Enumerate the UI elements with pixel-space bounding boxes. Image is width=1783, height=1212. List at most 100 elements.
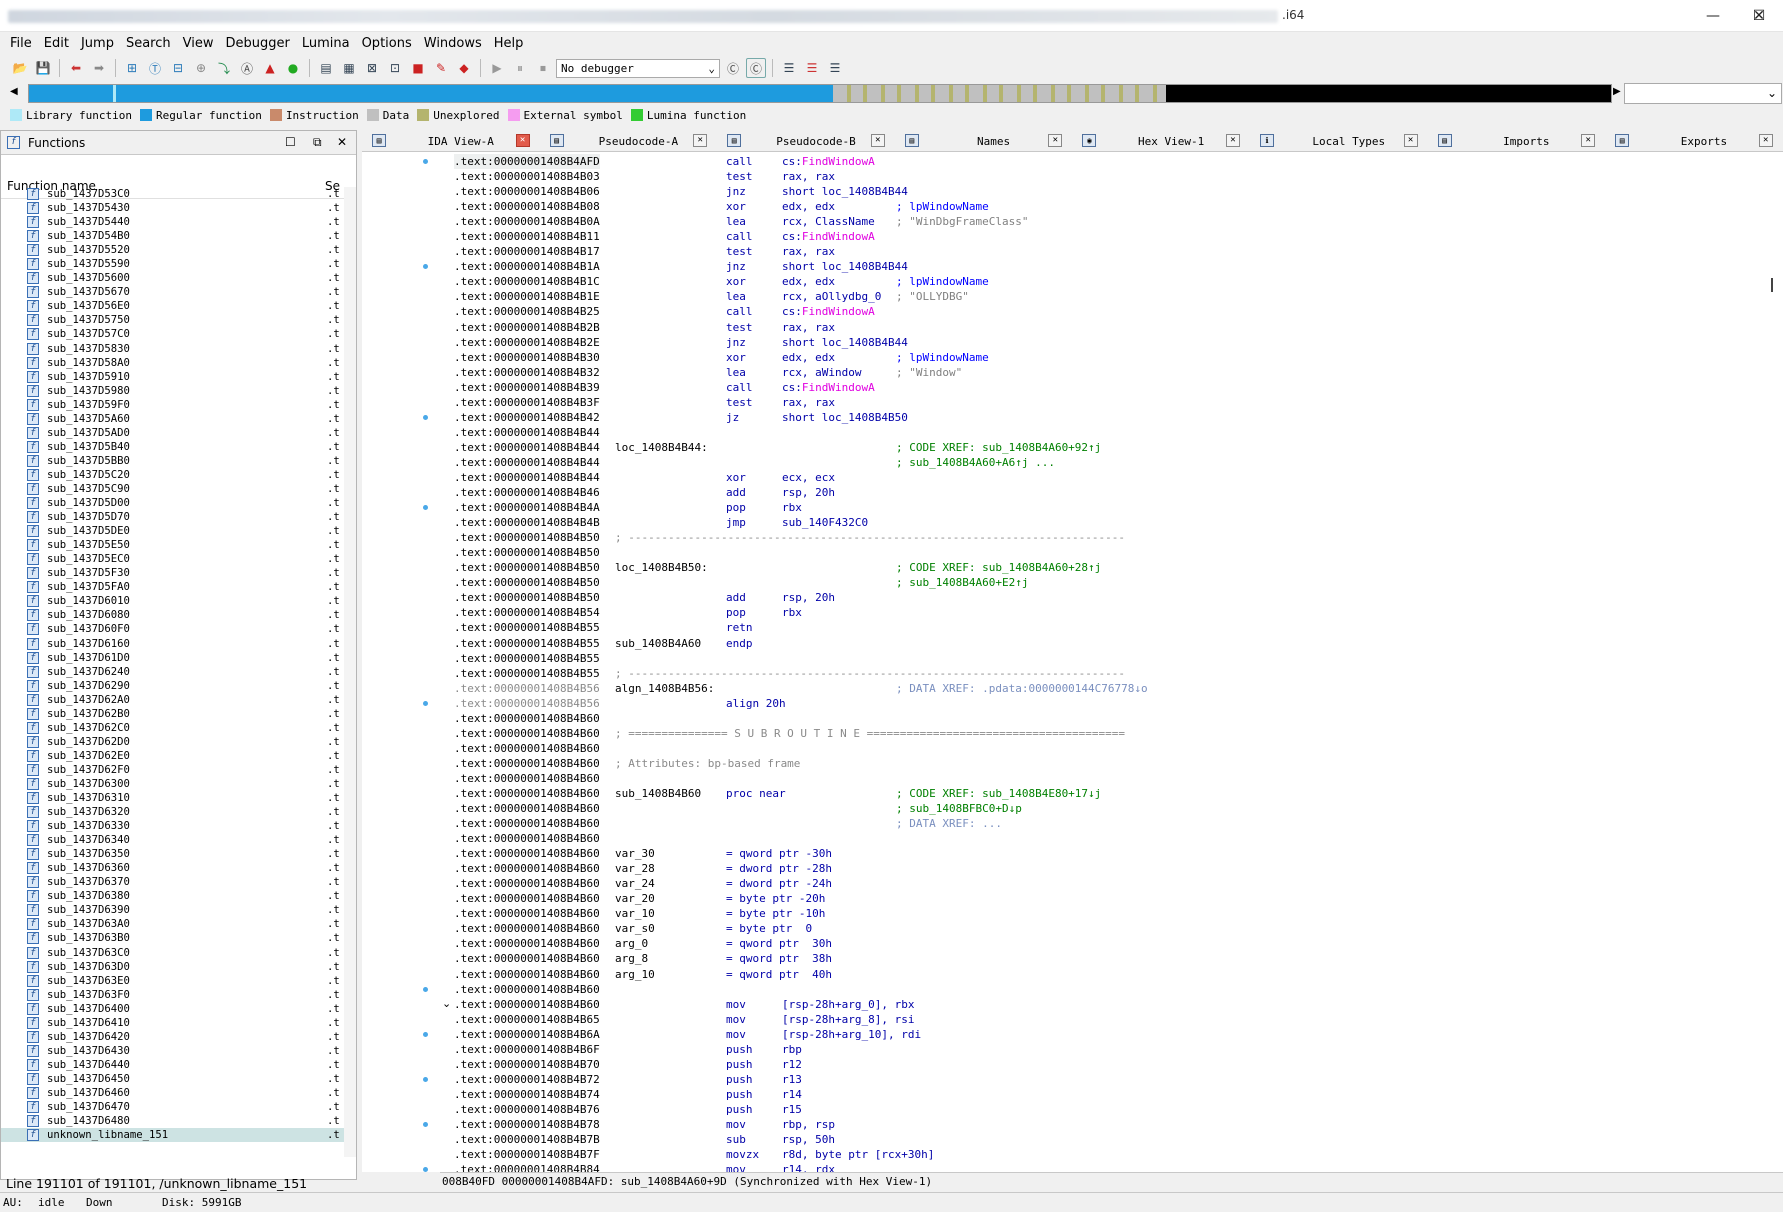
function-row[interactable]: f sub_1437D6320 .t: [1, 805, 346, 819]
breakpoint-dot-icon[interactable]: [423, 264, 428, 270]
disasm-line[interactable]: .text:00000001408B4B50 add rsp, 20h: [454, 590, 835, 605]
disasm-line[interactable]: .text:00000001408B4B50 loc_1408B4B50: ; CO…: [454, 560, 1101, 575]
tab-pseudocode-b[interactable]: ▤ Pseudocode-B ✕: [717, 130, 895, 152]
import-name[interactable]: FindWindowA: [802, 155, 875, 168]
function-row[interactable]: f sub_1437D61D0 .t: [1, 651, 346, 665]
nav-right-arrow-icon[interactable]: ▶: [1613, 86, 1621, 97]
menu-view[interactable]: View: [177, 36, 220, 51]
operand[interactable]: r14, rdx: [782, 1162, 835, 1172]
function-row[interactable]: f sub_1437D5C20 .t: [1, 468, 346, 482]
disasm-line[interactable]: .text:00000001408B4B11 call cs:FindWindowA: [454, 229, 875, 244]
operand[interactable]: rbx: [782, 500, 802, 515]
breakpoint-dot-icon[interactable]: [423, 700, 428, 706]
operand[interactable]: cs:FindWindowA: [782, 229, 875, 244]
line-label[interactable]: sub_1408B4A60: [615, 636, 701, 651]
operand[interactable]: rbp: [782, 1042, 802, 1057]
step-over-icon[interactable]: Ⓒ: [746, 58, 766, 78]
debugger-select[interactable]: No debugger ⌄: [556, 58, 720, 78]
disasm-line[interactable]: .text:00000001408B4B84 mov r14, rdx: [454, 1162, 835, 1172]
close-button[interactable]: ✕: [1690, 0, 1765, 32]
line-label[interactable]: loc_1408B4B44:: [615, 440, 708, 455]
forward-icon[interactable]: ➡: [89, 58, 109, 78]
operand[interactable]: rcx, aWindow: [782, 365, 861, 380]
list-icon[interactable]: ☰: [779, 58, 799, 78]
struct-icon[interactable]: ⊠: [362, 58, 382, 78]
breakpoint-dot-icon[interactable]: [423, 1167, 428, 1172]
disasm-line[interactable]: .text:00000001408B4B60 var_24 = dword ptr …: [454, 876, 832, 891]
disasm-line[interactable]: .text:00000001408B4B55: [454, 651, 600, 666]
fold-chevron-icon[interactable]: ⌄: [442, 997, 451, 1010]
close-tab-icon[interactable]: ✕: [1758, 134, 1773, 147]
run-icon[interactable]: ▶: [487, 58, 507, 78]
disasm-line[interactable]: .text:00000001408B4B2E jnz short loc_1408B…: [454, 335, 908, 350]
function-row[interactable]: f sub_1437D5980 .t: [1, 384, 346, 398]
disasm-line[interactable]: .text:00000001408B4B74 push r14: [454, 1087, 802, 1102]
disasm-line[interactable]: .text:00000001408B4B50: [454, 545, 600, 560]
disasm-line[interactable]: .text:00000001408B4B60 var_10 = byte ptr -…: [454, 906, 825, 921]
disasm-line[interactable]: .text:00000001408B4B4B jmp sub_140F432C0: [454, 515, 868, 530]
disasm-line[interactable]: .text:00000001408B4B3F test rax, rax: [454, 395, 835, 410]
operand[interactable]: short loc_1408B4B44: [782, 335, 908, 350]
maximize-panel-icon[interactable]: ☐: [285, 135, 296, 149]
function-row[interactable]: f sub_1437D58A0 .t: [1, 356, 346, 370]
disasm-line[interactable]: .text:00000001408B4B60 arg_0 = qword ptr 3…: [454, 936, 832, 951]
disasm-line[interactable]: .text:00000001408B4B17 test rax, rax: [454, 244, 835, 259]
breakpoint-dot-icon[interactable]: [423, 1122, 428, 1128]
function-row[interactable]: f sub_1437D5DE0 .t: [1, 524, 346, 538]
function-row[interactable]: f sub_1437D5B40 .t: [1, 440, 346, 454]
tab-local-types[interactable]: ℹ Local Types ✕: [1250, 130, 1428, 152]
disasm-line[interactable]: .text:00000001408B4B39 call cs:FindWindowA: [454, 380, 875, 395]
operand[interactable]: cs:FindWindowA: [782, 380, 875, 395]
operand[interactable]: r12: [782, 1057, 802, 1072]
patch-icon[interactable]: ✎: [431, 58, 451, 78]
function-row[interactable]: f unknown_libname_151 .t: [1, 1128, 346, 1143]
function-row[interactable]: f sub_1437D62A0 .t: [1, 693, 346, 707]
close-tab-icon[interactable]: ✕: [870, 134, 885, 147]
function-row[interactable]: f sub_1437D6080 .t: [1, 608, 346, 622]
operand[interactable]: short loc_1408B4B44: [782, 184, 908, 199]
operand[interactable]: rbp, rsp: [782, 1117, 835, 1132]
disasm-line[interactable]: .text:00000001408B4B08 xor edx, edx ; lpWin…: [454, 199, 989, 214]
menu-jump[interactable]: Jump: [75, 36, 120, 51]
disasm-line[interactable]: .text:00000001408B4B44 ; sub_1408B4A60+A6…: [454, 455, 1055, 470]
function-row[interactable]: f sub_1437D53C0 .t: [1, 187, 346, 201]
line-label[interactable]: arg_8: [615, 951, 648, 966]
tab-exports[interactable]: ▤ Exports ✕: [1605, 130, 1783, 152]
operand[interactable]: rcx, aOllydbg_0: [782, 289, 881, 304]
disasm-line[interactable]: .text:00000001408B4B44 loc_1408B4B44: ; CO…: [454, 440, 1101, 455]
line-label[interactable]: algn_1408B4B56:: [615, 681, 714, 696]
disasm-line[interactable]: .text:00000001408B4B60: [454, 771, 600, 786]
function-row[interactable]: f sub_1437D6450 .t: [1, 1072, 346, 1086]
disasm-line[interactable]: .text:00000001408B4B76 push r15: [454, 1102, 802, 1117]
function-row[interactable]: f sub_1437D6290 .t: [1, 679, 346, 693]
function-row[interactable]: f sub_1437D63D0 .t: [1, 960, 346, 974]
line-label[interactable]: var_30: [615, 846, 655, 861]
function-row[interactable]: f sub_1437D62C0 .t: [1, 721, 346, 735]
menu-options[interactable]: Options: [356, 36, 418, 51]
operand[interactable]: cs:FindWindowA: [782, 154, 875, 169]
functions-scrollbar[interactable]: [344, 187, 356, 1157]
function-row[interactable]: f sub_1437D56E0 .t: [1, 299, 346, 313]
breakpoint-dot-icon[interactable]: [423, 1077, 428, 1083]
disasm-line[interactable]: .text:00000001408B4B03 test rax, rax: [454, 169, 835, 184]
graph-icon[interactable]: ⊞: [122, 58, 142, 78]
text-icon[interactable]: Ⓣ: [145, 58, 165, 78]
disasm-line[interactable]: .text:00000001408B4B60 ; =============== …: [454, 726, 1125, 741]
operand[interactable]: short loc_1408B4B44: [782, 259, 908, 274]
disasm-line[interactable]: .text:00000001408B4AFD call cs:FindWindowA: [454, 154, 875, 170]
operand[interactable]: ecx, ecx: [782, 470, 835, 485]
array-icon[interactable]: ⊡: [385, 58, 405, 78]
function-row[interactable]: f sub_1437D5E50 .t: [1, 538, 346, 552]
step-icon[interactable]: Ⓒ: [723, 58, 743, 78]
function-row[interactable]: f sub_1437D62F0 .t: [1, 763, 346, 777]
disasm-line[interactable]: .text:00000001408B4B50 ; ----------------…: [454, 530, 1125, 545]
close-tab-icon[interactable]: ✕: [1048, 134, 1063, 147]
navigation-band[interactable]: ◀ ▶ ⌄: [6, 82, 1783, 106]
disasm-line[interactable]: .text:00000001408B4B32 lea rcx, aWindow ; "…: [454, 365, 962, 380]
function-row[interactable]: f sub_1437D6430 .t: [1, 1044, 346, 1058]
nav-strip[interactable]: [28, 84, 1612, 103]
breakpoint-icon[interactable]: ◆: [454, 58, 474, 78]
disasm-line[interactable]: .text:00000001408B4B72 push r13: [454, 1072, 802, 1087]
line-label[interactable]: sub_1408B4B60: [615, 786, 701, 801]
function-row[interactable]: f sub_1437D6010 .t: [1, 594, 346, 608]
